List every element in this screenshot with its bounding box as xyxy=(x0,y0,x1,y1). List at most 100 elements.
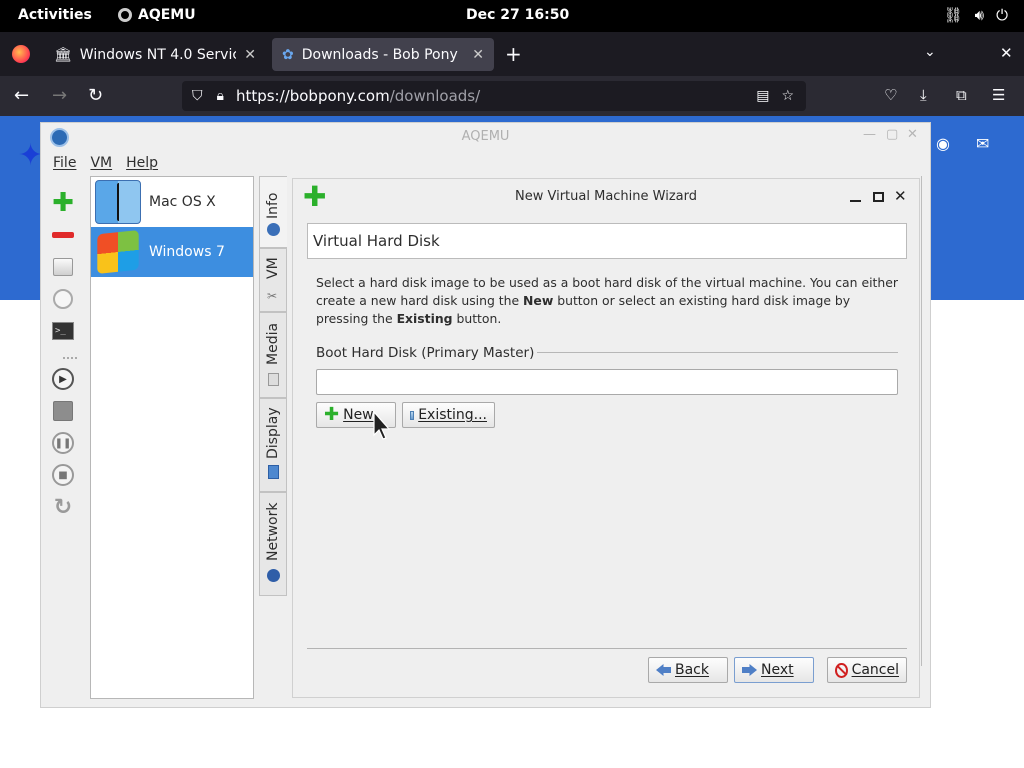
clock-icon xyxy=(53,289,73,309)
app-menu[interactable]: AQEMU xyxy=(118,7,196,23)
url-text[interactable]: https://bobpony.com/downloads/ xyxy=(236,87,756,105)
maximize-icon[interactable] xyxy=(873,192,884,202)
firefox-logo-icon[interactable] xyxy=(12,45,30,63)
maximize-icon[interactable]: ▢ xyxy=(886,127,898,142)
delete-vm-button[interactable] xyxy=(51,223,75,247)
menu-help[interactable]: Help xyxy=(126,155,158,171)
favicon-icon: ✿ xyxy=(282,46,294,63)
aqemu-titlebar[interactable]: AQEMU xyxy=(41,123,930,151)
volume-icon: 🔊︎ xyxy=(974,6,985,24)
close-icon[interactable]: ✕ xyxy=(244,47,256,63)
tab-network[interactable]: Network xyxy=(259,492,287,596)
list-tabs-button[interactable]: ⌄ xyxy=(924,44,936,60)
vm-toolbar: ✚ >_ ▶ ❚❚ ■ ↻ xyxy=(47,185,79,530)
vm-item-windows7[interactable]: Windows 7 xyxy=(91,227,253,277)
hamburger-menu-icon[interactable]: ☰ xyxy=(992,86,1005,104)
panel-border xyxy=(921,176,922,666)
footer-divider xyxy=(307,648,907,649)
back-arrow-icon[interactable]: ← xyxy=(14,85,29,106)
back-arrow-icon xyxy=(656,664,671,676)
vm-item-macosx[interactable]: Mac OS X xyxy=(91,177,253,227)
mouse-pointer-icon xyxy=(373,411,391,440)
page-description: Select a hard disk image to be used as a… xyxy=(316,274,906,328)
tab-label: Network xyxy=(265,502,281,561)
browser-nav-bar: ← → ↻ ⛉ 🔒︎ https://bobpony.com/downloads… xyxy=(0,76,1024,116)
reload-icon[interactable]: ↻ xyxy=(88,85,103,106)
monitor-button[interactable]: >_ xyxy=(51,319,75,343)
menu-file[interactable]: File xyxy=(53,155,76,171)
github-icon[interactable]: ◉ xyxy=(936,134,950,153)
close-icon[interactable]: ✕ xyxy=(472,47,484,63)
minimize-icon[interactable]: — xyxy=(863,127,876,142)
plus-icon: ✚ xyxy=(324,404,340,425)
button-label: Next xyxy=(761,662,794,678)
boot-hd-path-field[interactable] xyxy=(316,369,898,395)
forward-arrow-icon[interactable]: → xyxy=(52,85,67,106)
vm-name: Mac OS X xyxy=(149,194,216,210)
window-close-button[interactable]: ✕ xyxy=(1000,44,1013,62)
next-arrow-icon xyxy=(742,664,757,676)
new-tab-button[interactable]: + xyxy=(505,42,522,66)
url-bar[interactable]: ⛉ 🔒︎ https://bobpony.com/downloads/ ▤ ☆ xyxy=(182,81,806,111)
tab-downloads[interactable]: ✿ Downloads - Bob Pony ✕ xyxy=(272,38,494,71)
mail-icon[interactable]: ✉ xyxy=(976,134,989,153)
stop-button[interactable]: ■ xyxy=(51,463,75,487)
tab-media[interactable]: Media xyxy=(259,312,287,398)
desc-new: New xyxy=(523,293,554,308)
lock-icon[interactable]: 🔒︎ xyxy=(217,88,224,104)
disk-manager-button[interactable] xyxy=(51,255,75,279)
tab-label: Info xyxy=(265,192,281,220)
bookmark-star-icon[interactable]: ☆ xyxy=(781,88,794,104)
vm-list: Mac OS X Windows 7 xyxy=(90,176,254,699)
floppy-icon xyxy=(53,401,73,421)
wizard-titlebar[interactable]: ✚ New Virtual Machine Wizard ✕ xyxy=(293,179,919,215)
page-heading: Virtual Hard Disk xyxy=(307,223,907,259)
close-icon[interactable]: ✕ xyxy=(894,187,907,205)
window-title: AQEMU xyxy=(461,129,510,144)
reset-button[interactable]: ↻ xyxy=(51,494,75,520)
system-tray[interactable]: ⛓ 🔊︎ ⏻ xyxy=(944,6,1008,24)
desc-text: button. xyxy=(452,311,502,326)
start-button[interactable]: ▶ xyxy=(51,367,75,391)
save-state-button[interactable] xyxy=(51,399,75,423)
plus-icon: ✚ xyxy=(52,188,74,218)
button-label: Existing... xyxy=(418,407,487,423)
activities-button[interactable]: Activities xyxy=(18,7,92,23)
vm-vertical-tabs: Info VM ✂ Media Display Network xyxy=(259,176,287,596)
pause-button[interactable]: ❚❚ xyxy=(51,431,75,455)
clock[interactable]: Dec 27 16:50 xyxy=(466,7,569,23)
back-button[interactable]: Back xyxy=(648,657,728,683)
tab-info[interactable]: Info xyxy=(259,176,287,248)
existing-disk-button[interactable]: Existing... xyxy=(402,402,495,428)
museum-icon: 🏛︎ xyxy=(54,46,72,63)
pocket-icon[interactable]: ♡ xyxy=(884,86,897,104)
tab-label: VM xyxy=(265,257,281,279)
terminal-icon: >_ xyxy=(52,322,74,340)
close-icon[interactable]: ✕ xyxy=(907,127,918,142)
tab-windows-nt[interactable]: 🏛︎ Windows NT 4.0 Service P ✕ xyxy=(44,38,266,71)
cancel-button[interactable]: Cancel xyxy=(827,657,907,683)
reader-view-icon[interactable]: ▤ xyxy=(756,88,769,104)
add-vm-button[interactable]: ✚ xyxy=(51,188,75,218)
media-icon xyxy=(268,373,279,386)
tab-display[interactable]: Display xyxy=(259,398,287,492)
button-label: New xyxy=(343,407,374,423)
group-divider xyxy=(537,352,898,353)
tab-vm[interactable]: VM ✂ xyxy=(259,248,287,312)
gear-icon xyxy=(118,8,132,22)
next-button[interactable]: Next xyxy=(734,657,814,683)
shield-icon[interactable]: ⛉ xyxy=(192,88,203,104)
tab-label: Windows NT 4.0 Service P xyxy=(79,46,237,63)
cancel-icon xyxy=(835,662,848,678)
menu-bar: File VM Help xyxy=(53,155,158,171)
menu-vm[interactable]: VM xyxy=(90,155,112,171)
boot-hd-group-label: Boot Hard Disk (Primary Master) xyxy=(316,345,535,361)
reload-icon: ↻ xyxy=(53,494,73,520)
snapshot-button[interactable] xyxy=(51,287,75,311)
url-host: https://bobpony.com xyxy=(235,87,390,105)
desc-existing: Existing xyxy=(396,311,453,326)
minimize-icon[interactable] xyxy=(850,200,861,202)
pause-icon: ❚❚ xyxy=(52,432,74,454)
downloads-icon[interactable]: ⤓ xyxy=(920,86,927,104)
extensions-icon[interactable]: ⧉ xyxy=(956,86,967,104)
